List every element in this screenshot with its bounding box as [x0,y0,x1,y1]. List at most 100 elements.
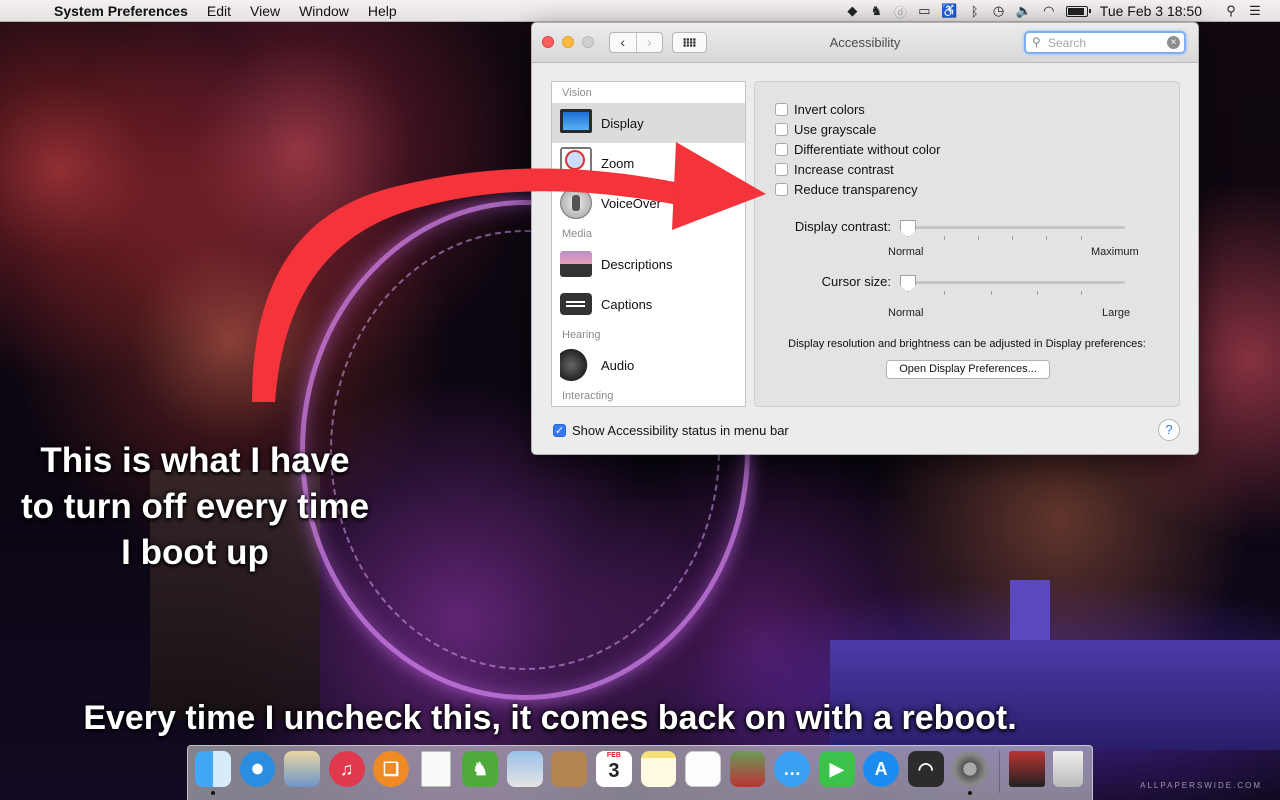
checkbox-label: Show Accessibility status in menu bar [572,423,789,438]
battery-icon[interactable] [1065,5,1091,17]
system-preferences-icon[interactable] [952,751,989,795]
dock-separator [998,751,1000,793]
clear-search-icon[interactable]: × [1167,36,1180,49]
display-icon [560,109,592,133]
slider-tick [1081,236,1082,240]
wifi-diag-icon[interactable]: ◠ [907,751,944,787]
menu-edit[interactable]: Edit [207,3,231,19]
wifi-icon[interactable]: ◠ [1042,3,1056,19]
facetime-icon[interactable]: ▶ [818,751,855,787]
show-status-in-menubar-checkbox[interactable]: ✓ Show Accessibility status in menu bar [553,423,789,438]
cursor-size-label: Cursor size: [821,274,891,289]
sidebar-item-label: Descriptions [601,256,673,272]
search-icon: ⚲ [1032,35,1041,49]
checkbox-box[interactable] [775,142,788,156]
bluetooth-icon[interactable]: ᛒ [968,4,982,19]
checkbox-box[interactable] [775,102,788,116]
slider-tick [944,291,945,295]
dock: ♫ ❑ ♞ FEB 3 … ▶ A ◠ [187,745,1093,800]
sidebar-item-audio[interactable]: Audio [552,345,745,385]
menu-help[interactable]: Help [368,3,397,19]
window-titlebar[interactable]: ‹ › Accessibility ⚲ × [532,23,1198,63]
accessibility-icon[interactable]: ♿ [941,3,957,19]
sidebar-item-captions[interactable]: Captions [552,284,745,324]
search-input[interactable] [1048,35,1163,51]
checkbox-box[interactable] [775,122,788,136]
sidebar-section-interacting: Interacting [562,390,614,402]
checkbox-box-checked[interactable]: ✓ [553,424,566,437]
display-settings-pane: Invert colors Use grayscale Differentiat… [754,81,1180,407]
time-machine-icon[interactable]: ◷ [992,3,1006,19]
cursor-size-slider[interactable] [903,281,1125,284]
accessibility-window: ‹ › Accessibility ⚲ × Vision Display Zoo… [531,22,1199,455]
contrast-min-label: Normal [888,246,924,258]
help-button[interactable]: ? [1158,419,1180,441]
menu-bar-clock[interactable]: Tue Feb 3 18:50 [1100,3,1202,19]
sidebar-item-label: VoiceOver [601,195,661,211]
accessibility-sidebar: Vision Display Zoom VoiceOver Media Desc… [551,81,746,407]
checkbox-box[interactable] [775,162,788,176]
preview-icon[interactable] [420,751,451,787]
differentiate-without-color-checkbox[interactable]: Differentiate without color [775,141,940,157]
display-contrast-knob[interactable] [900,220,916,237]
airplay-icon[interactable]: ▭ [917,3,931,19]
sidebar-item-label: Audio [601,357,635,373]
checkbox-label: Differentiate without color [794,141,941,157]
sidebar-section-media: Media [562,228,592,240]
descriptions-icon [560,251,592,277]
contacts-icon[interactable] [551,751,588,787]
calendar-icon[interactable]: FEB 3 [595,751,632,787]
display-info-text: Display resolution and brightness can be… [788,338,1146,350]
sidebar-item-display[interactable]: Display [552,103,745,143]
dropbox-icon[interactable]: ◆ [845,3,859,19]
sidebar-item-descriptions[interactable]: Descriptions [552,244,745,284]
reminders-icon[interactable] [685,751,721,787]
display-contrast-label: Display contrast: [794,219,891,234]
menu-view[interactable]: View [250,3,280,19]
itunes-icon[interactable]: ♫ [328,751,365,787]
contrast-max-label: Maximum [1091,246,1139,258]
trash-icon[interactable] [1053,751,1084,787]
messages-icon[interactable]: … [774,751,811,787]
checkbox-box[interactable] [775,182,788,196]
use-grayscale-checkbox[interactable]: Use grayscale [775,121,876,137]
evernote-icon[interactable]: ♞ [869,3,883,19]
safari-icon[interactable] [239,751,276,787]
notes-icon[interactable] [640,751,677,787]
mail-icon[interactable] [284,751,320,787]
checkbox-label: Use grayscale [794,121,877,137]
desktop-stack-icon[interactable] [1008,751,1045,787]
volume-icon[interactable]: 🔈 [1016,3,1032,19]
search-icon[interactable]: ⚲ [1224,3,1238,19]
circle-d-icon[interactable]: ⓓ [893,2,907,21]
checkbox-label: Increase contrast [794,161,894,177]
open-display-preferences-button[interactable]: Open Display Preferences... [886,360,1050,379]
photos-icon[interactable] [506,751,543,787]
evernote-icon[interactable]: ♞ [462,751,499,787]
annotation-caption-top: This is what I have to turn off every ti… [20,441,370,572]
display-contrast-slider[interactable] [903,226,1125,229]
reduce-transparency-checkbox[interactable]: Reduce transparency [775,181,918,197]
search-field[interactable]: ⚲ × [1024,31,1186,54]
sidebar-item-label: Zoom [601,155,635,171]
slider-tick [1081,291,1082,295]
list-icon[interactable]: ☰ [1248,3,1262,19]
slider-tick [991,291,992,295]
sidebar-item-zoom[interactable]: Zoom [552,143,745,183]
app-store-icon[interactable]: A [863,751,900,787]
captions-icon [560,293,592,315]
checkbox-label: Reduce transparency [794,181,918,197]
invert-colors-checkbox[interactable]: Invert colors [775,101,865,117]
menu-app-name[interactable]: System Preferences [54,3,188,19]
cursor-size-knob[interactable] [900,275,916,292]
calendar-day: 3 [608,759,620,782]
menu-window[interactable]: Window [299,3,349,19]
voiceover-icon [560,187,592,219]
ibooks-icon[interactable]: ❑ [373,751,410,787]
menu-bar: System Preferences Edit View Window Help… [0,0,1280,22]
finder-icon[interactable] [195,751,231,795]
increase-contrast-checkbox[interactable]: Increase contrast [775,161,894,177]
photo-booth-icon[interactable] [729,751,766,787]
sidebar-item-voiceover[interactable]: VoiceOver [552,183,745,223]
sidebar-section-vision: Vision [562,87,592,99]
